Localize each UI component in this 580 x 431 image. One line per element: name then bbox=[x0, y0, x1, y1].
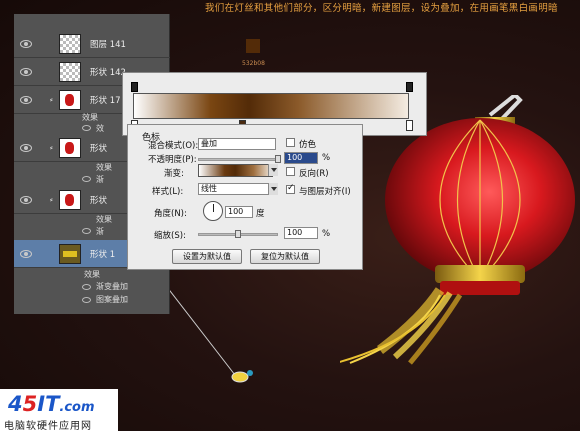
visibility-eye-icon[interactable] bbox=[20, 195, 32, 204]
layer-effects-item[interactable]: 效果 bbox=[84, 269, 100, 280]
layer-name: 形状 1 bbox=[90, 249, 116, 260]
opacity-slider[interactable] bbox=[198, 158, 278, 161]
style-dropdown-arrow[interactable] bbox=[268, 183, 278, 195]
color-hex-label: 532b08 bbox=[242, 60, 265, 67]
layer-thumbnail bbox=[59, 33, 81, 54]
layer-effects-item[interactable]: 效果 bbox=[96, 162, 112, 173]
blend-mode-select[interactable]: 叠加 bbox=[198, 138, 276, 150]
scale-slider-knob[interactable] bbox=[235, 230, 241, 238]
lantern-illustration bbox=[319, 92, 575, 395]
visibility-eye-icon[interactable] bbox=[20, 95, 32, 104]
opacity-stop[interactable] bbox=[131, 82, 138, 92]
scale-input[interactable]: 100 bbox=[284, 227, 318, 239]
effect-eye-icon[interactable] bbox=[82, 125, 91, 131]
gradient-label: 渐变: bbox=[164, 169, 184, 179]
reverse-checkbox[interactable] bbox=[286, 167, 295, 176]
style-label: 样式(L): bbox=[152, 187, 184, 197]
color-stop[interactable] bbox=[406, 120, 413, 131]
link-icon: ⸗ bbox=[50, 142, 53, 152]
percent-label: % bbox=[322, 153, 331, 163]
make-default-button[interactable]: 设置为默认值 bbox=[172, 249, 242, 264]
layer-effects-item[interactable]: 效果 bbox=[96, 214, 112, 225]
effect-eye-icon[interactable] bbox=[82, 176, 91, 182]
layer-effect-item[interactable]: 渐 bbox=[96, 174, 104, 185]
angle-input[interactable]: 100 bbox=[225, 206, 253, 218]
layer-thumbnail bbox=[59, 61, 81, 82]
angle-label: 角度(N): bbox=[154, 209, 187, 219]
effect-eye-icon[interactable] bbox=[82, 284, 91, 290]
effect-eye-icon[interactable] bbox=[82, 228, 91, 234]
site-subtitle: 电脑软硬件应用网 bbox=[4, 421, 92, 431]
gradient-bar[interactable] bbox=[133, 93, 409, 119]
scale-label: 缩放(S): bbox=[154, 231, 186, 241]
visibility-eye-icon[interactable] bbox=[20, 249, 32, 258]
layer-thumbnail bbox=[59, 137, 81, 158]
layer-name: 图层 141 bbox=[90, 39, 126, 50]
gradient-dropdown-arrow[interactable] bbox=[268, 164, 278, 176]
layer-name: 形状 142 bbox=[90, 67, 126, 78]
visibility-eye-icon[interactable] bbox=[20, 67, 32, 76]
layer-effect-item[interactable]: 效 bbox=[96, 123, 104, 134]
layer-name: 形状 17 bbox=[90, 95, 121, 106]
layer-thumbnail bbox=[59, 243, 81, 264]
color-swatch bbox=[246, 39, 260, 53]
opacity-stop[interactable] bbox=[406, 82, 413, 92]
visibility-eye-icon[interactable] bbox=[20, 39, 32, 48]
opacity-input[interactable]: 100 bbox=[284, 152, 318, 164]
align-with-layer-label: 与图层对齐(I) bbox=[299, 187, 351, 197]
dither-label: 仿色 bbox=[299, 140, 317, 150]
layer-name: 形状 bbox=[90, 143, 108, 154]
layer-effect-item[interactable]: 渐 bbox=[96, 226, 104, 237]
tutorial-caption: 我们在灯丝和其他们部分，区分明暗，新建图层，设为叠加，在用画笔黑白画明暗 bbox=[205, 3, 558, 14]
gradient-overlay-dialog: 色标 混合模式(O): 叠加 仿色 不透明度(P): 100 % 渐变: 反向(… bbox=[127, 124, 363, 270]
pattern-overlay-effect[interactable]: 图案叠加 bbox=[96, 294, 128, 305]
blend-mode-label: 混合模式(O): bbox=[148, 141, 199, 151]
link-icon: ⸗ bbox=[50, 194, 53, 204]
percent-label: % bbox=[322, 229, 331, 239]
site-logo: 45IT.com bbox=[8, 392, 95, 416]
link-icon: ⸗ bbox=[50, 94, 53, 104]
gradient-overlay-effect[interactable]: 渐变叠加 bbox=[96, 281, 128, 292]
layer-row[interactable]: 图层 141 bbox=[14, 30, 170, 58]
opacity-label: 不透明度(P): bbox=[148, 155, 197, 165]
effect-eye-icon[interactable] bbox=[82, 297, 91, 303]
reset-to-default-button[interactable]: 复位为默认值 bbox=[250, 249, 320, 264]
angle-dial[interactable] bbox=[203, 201, 223, 221]
reverse-label: 反向(R) bbox=[299, 169, 329, 179]
align-with-layer-checkbox[interactable] bbox=[286, 183, 295, 194]
dither-checkbox[interactable] bbox=[286, 138, 295, 147]
degree-label: 度 bbox=[256, 209, 265, 219]
layer-thumbnail bbox=[59, 189, 81, 210]
layer-thumbnail bbox=[59, 89, 81, 110]
visibility-eye-icon[interactable] bbox=[20, 143, 32, 152]
layer-name: 形状 bbox=[90, 195, 108, 206]
site-watermark: 45IT.com 电脑软硬件应用网 bbox=[0, 389, 118, 431]
gradient-picker[interactable] bbox=[198, 164, 273, 177]
style-select[interactable]: 线性 bbox=[198, 183, 276, 195]
layer-effects-item[interactable]: 效果 bbox=[82, 112, 98, 123]
opacity-slider-knob[interactable] bbox=[275, 155, 281, 163]
